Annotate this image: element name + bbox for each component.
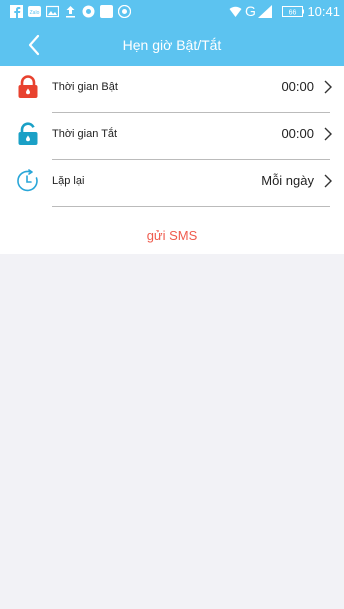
row-label: Thời gian Bật xyxy=(52,81,118,93)
row-repeat[interactable]: Lặp lại Mỗi ngày xyxy=(0,160,344,207)
facebook-icon xyxy=(10,5,23,18)
chevron-right-icon xyxy=(324,174,332,188)
row-label: Thời gian Tắt xyxy=(52,128,118,140)
camera-icon xyxy=(118,5,131,18)
settings-card: Thời gian Bật 00:00 Thời gian Tắt 00:00 … xyxy=(0,66,344,254)
chrome-icon xyxy=(82,5,95,18)
lock-closed-icon xyxy=(18,75,38,98)
svg-text:Zalo: Zalo xyxy=(30,10,40,16)
row-value: 00:00 xyxy=(281,79,314,94)
chevron-right-icon xyxy=(324,80,332,94)
app-bar: Hẹn giờ Bật/Tắt xyxy=(0,24,344,66)
send-sms-button[interactable]: gửi SMS xyxy=(0,228,344,243)
divider xyxy=(52,206,330,207)
row-turn-off-time[interactable]: Thời gian Tắt 00:00 xyxy=(0,113,344,160)
clock: 10:41 xyxy=(307,4,340,19)
battery-level: 66 xyxy=(289,10,297,17)
upload-icon xyxy=(66,6,75,18)
network-type: G xyxy=(245,3,256,19)
battery-icon: 66 xyxy=(282,6,304,17)
chevron-right-icon xyxy=(324,127,332,141)
row-turn-on-time[interactable]: Thời gian Bật 00:00 xyxy=(0,66,344,113)
status-bar: Zalo G 66 10:41 xyxy=(0,0,344,24)
row-value: Mỗi ngày xyxy=(261,173,314,188)
signal-icon xyxy=(258,5,272,18)
lock-open-icon xyxy=(18,122,38,145)
image-icon xyxy=(46,5,59,18)
row-value: 00:00 xyxy=(281,126,314,141)
app-square-icon xyxy=(100,5,113,18)
wifi-icon xyxy=(229,6,242,17)
clock-repeat-icon xyxy=(17,169,38,192)
row-label: Lặp lại xyxy=(52,175,85,187)
zalo-icon: Zalo xyxy=(28,6,41,17)
page-title: Hẹn giờ Bật/Tắt xyxy=(122,37,222,53)
